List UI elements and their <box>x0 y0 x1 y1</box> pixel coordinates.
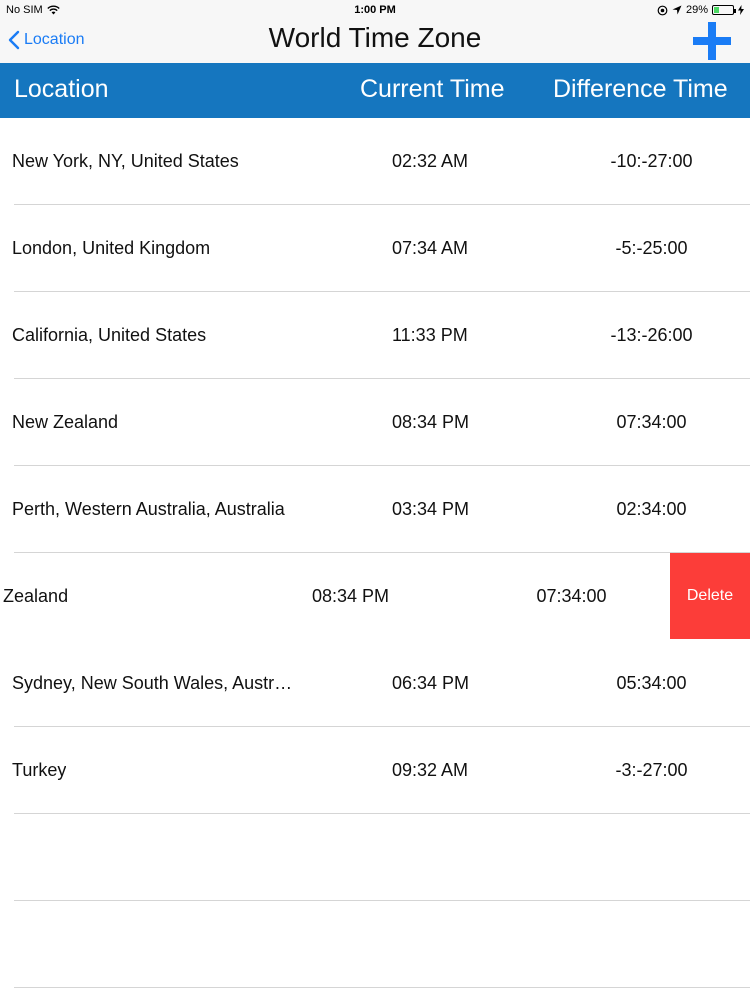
row-location: nd, New Zealand <box>0 586 69 606</box>
row-current-time: 08:34 PM <box>392 412 470 432</box>
table-row[interactable]: London, United Kingdom 07:34 AM -5:-25:00 <box>0 205 750 292</box>
row-location: Sydney, New South Wales, Austr… <box>12 673 293 693</box>
row-difference-time: 07:34:00 <box>616 412 687 432</box>
row-difference-time: -13:-26:00 <box>610 325 693 345</box>
location-arrow-icon <box>672 5 682 15</box>
table-row[interactable]: Sydney, New South Wales, Austr… 06:34 PM 0… <box>0 640 750 727</box>
row-difference-time: 07:34:00 <box>536 586 607 606</box>
row-location: California, United States <box>12 325 207 345</box>
rotation-lock-icon <box>657 5 668 15</box>
row-difference-time: -5:-25:00 <box>615 238 688 258</box>
row-difference-time: -10:-27:00 <box>610 151 693 171</box>
battery-percent: 29% <box>685 4 708 16</box>
app-screen: No SIM 1:00 PM 29% Location World Time Z… <box>0 0 750 1000</box>
row-location: Perth, Western Australia, Australia <box>12 499 285 519</box>
row-location: New York, NY, United States <box>12 151 239 171</box>
navigation-bar: Location World Time Zone <box>0 20 750 63</box>
plus-icon <box>693 22 731 60</box>
delete-button[interactable]: Delete <box>670 553 750 639</box>
column-header-current-time: Current Time <box>360 75 505 103</box>
row-difference-time: 02:34:00 <box>616 499 687 519</box>
row-difference-time: 05:34:00 <box>616 673 687 693</box>
table-row[interactable]: Turkey 09:32 AM -3:-27:00 <box>0 727 750 814</box>
table-row[interactable]: New York, NY, United States 02:32 AM -10:-… <box>0 118 750 205</box>
column-header-location: Location <box>14 75 109 103</box>
table-row[interactable]: New Zealand 08:34 PM 07:34:00 <box>0 379 750 466</box>
row-location: Turkey <box>12 760 67 780</box>
row-current-time: 03:34 PM <box>392 499 470 519</box>
row-current-time: 06:34 PM <box>392 673 470 693</box>
row-difference-time: -3:-27:00 <box>615 760 688 780</box>
empty-row <box>0 901 750 988</box>
row-location: New Zealand <box>12 412 119 432</box>
battery-icon <box>712 5 736 15</box>
status-bar: No SIM 1:00 PM 29% <box>0 0 750 20</box>
row-current-time: 02:32 AM <box>392 151 469 171</box>
row-current-time: 07:34 AM <box>392 238 469 258</box>
status-time: 1:00 PM <box>354 4 396 16</box>
row-current-time: 09:32 AM <box>392 760 469 780</box>
charging-icon <box>738 5 744 15</box>
row-current-time: 11:33 PM <box>392 325 468 345</box>
row-location: London, United Kingdom <box>12 238 211 258</box>
page-title: World Time Zone <box>268 22 482 53</box>
battery-fill <box>714 7 720 13</box>
table-row[interactable]: California, United States 11:33 PM -13:-26… <box>0 292 750 379</box>
timezone-table: New York, NY, United States 02:32 AM -10:-… <box>0 118 750 988</box>
status-right: 29% <box>657 4 744 16</box>
table-row[interactable]: Perth, Western Australia, Australia 03:34… <box>0 466 750 553</box>
table-header: Location Current Time Difference Time <box>0 63 750 118</box>
add-location-button[interactable] <box>692 21 732 61</box>
column-header-difference-time: Difference Time <box>553 75 728 103</box>
empty-row <box>0 814 750 901</box>
row-current-time: 08:34 PM <box>312 586 390 606</box>
table-row[interactable]: nd, New Zealand 08:34 PM 07:34:00 Delete <box>0 553 750 640</box>
row-separator <box>14 987 750 988</box>
